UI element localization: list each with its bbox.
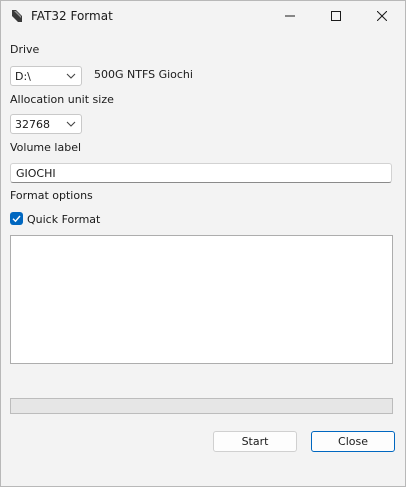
minimize-button[interactable] — [267, 1, 313, 31]
allocation-select[interactable]: 32768 — [10, 114, 82, 134]
drive-select-value: D:\ — [15, 70, 31, 83]
drive-info: 500G NTFS Giochi — [94, 68, 193, 81]
close-button[interactable]: Close — [311, 431, 395, 452]
volume-label-value: GIOCHI — [16, 167, 56, 180]
chevron-down-icon — [66, 73, 76, 79]
maximize-button[interactable] — [313, 1, 359, 31]
quick-format-label[interactable]: Quick Format — [27, 213, 100, 226]
allocation-label: Allocation unit size — [10, 93, 114, 106]
format-options-label: Format options — [10, 189, 93, 202]
format-window: FAT32 Format Drive D:\ 500G NTFS Giochi … — [0, 0, 406, 487]
start-button[interactable]: Start — [213, 431, 297, 452]
usb-drive-icon — [12, 10, 22, 22]
window-title: FAT32 Format — [31, 9, 113, 23]
maximize-icon — [331, 11, 341, 21]
volume-label-caption: Volume label — [10, 141, 82, 154]
drive-label: Drive — [10, 43, 40, 56]
progress-bar — [10, 398, 393, 414]
chevron-down-icon — [66, 121, 76, 127]
drive-select[interactable]: D:\ — [10, 66, 82, 86]
title-bar[interactable]: FAT32 Format — [1, 1, 405, 31]
minimize-icon — [285, 15, 295, 17]
allocation-select-value: 32768 — [15, 118, 50, 131]
volume-label-input[interactable]: GIOCHI — [10, 163, 392, 183]
quick-format-checkbox[interactable] — [10, 212, 23, 225]
close-window-button[interactable] — [359, 1, 405, 31]
log-output[interactable] — [10, 235, 393, 364]
checkmark-icon — [12, 215, 21, 223]
close-icon — [377, 11, 387, 21]
